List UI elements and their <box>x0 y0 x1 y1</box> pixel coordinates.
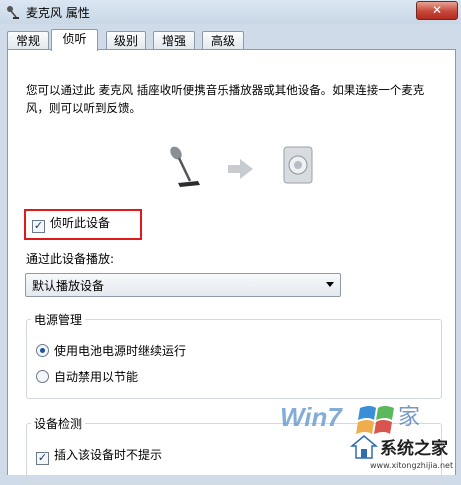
device-flow-illustration <box>170 146 313 187</box>
window-title: 麦克风 属性 <box>26 6 90 20</box>
tab-levels[interactable]: 级别 <box>106 31 146 50</box>
close-button[interactable]: ✕ <box>416 1 458 20</box>
playback-label: 通过此设备播放: <box>26 252 115 266</box>
radio-auto-disable[interactable]: 自动禁用以节能 <box>36 368 138 385</box>
tab-enhancements[interactable]: 增强 <box>153 31 195 50</box>
chevron-down-icon <box>326 282 334 287</box>
house-icon <box>349 435 379 459</box>
listen-description: 您可以通过此 麦克风 插座收听便携音乐播放器或其他设备。如果连接一个麦克风，则可… <box>26 83 425 115</box>
watermark-site-name: 系统之家 <box>380 438 448 459</box>
title-bar: 麦克风 属性 ✕ <box>0 0 461 24</box>
no-prompt-checkbox[interactable]: ✓ 插入该设备时不提示 <box>36 448 162 466</box>
tab-advanced[interactable]: 高级 <box>202 31 244 50</box>
power-management-group: 电源管理 <box>26 311 442 399</box>
speaker-icon <box>283 146 313 184</box>
svg-text:家: 家 <box>398 405 420 430</box>
listen-device-checkbox[interactable]: ✓ 侦听此设备 <box>32 216 110 234</box>
radio-unselected-icon <box>36 370 49 383</box>
close-icon: ✕ <box>431 3 443 17</box>
playback-device-select[interactable]: 默认播放设备 <box>25 273 341 297</box>
checkbox-checked-icon: ✓ <box>32 219 45 233</box>
detection-group-title: 设备检测 <box>31 415 86 432</box>
power-group-title: 电源管理 <box>31 311 86 328</box>
radio-keep-running-label: 使用电池电源时继续运行 <box>54 344 187 358</box>
svg-text:Win7: Win7 <box>280 402 343 432</box>
tab-general[interactable]: 常规 <box>7 31 49 50</box>
no-prompt-label: 插入该设备时不提示 <box>54 448 163 462</box>
tab-listen[interactable]: 侦听 <box>51 29 98 51</box>
checkbox-checked-icon: ✓ <box>36 451 49 465</box>
listen-device-label: 侦听此设备 <box>50 216 111 230</box>
radio-selected-icon <box>36 344 49 357</box>
watermark-url: www.xitongzhijia.net <box>370 461 453 470</box>
microphone-illustration-icon <box>170 146 200 187</box>
radio-auto-disable-label: 自动禁用以节能 <box>54 370 139 384</box>
radio-keep-running[interactable]: 使用电池电源时继续运行 <box>36 342 186 359</box>
microphone-icon <box>7 6 19 19</box>
site-watermark-logo: Win7 家 系统之家 www.xitongzhijia.net <box>280 402 453 470</box>
playback-device-value: 默认播放设备 <box>32 279 105 293</box>
windows-flag-icon <box>356 406 394 434</box>
arrow-right-icon <box>228 159 253 179</box>
